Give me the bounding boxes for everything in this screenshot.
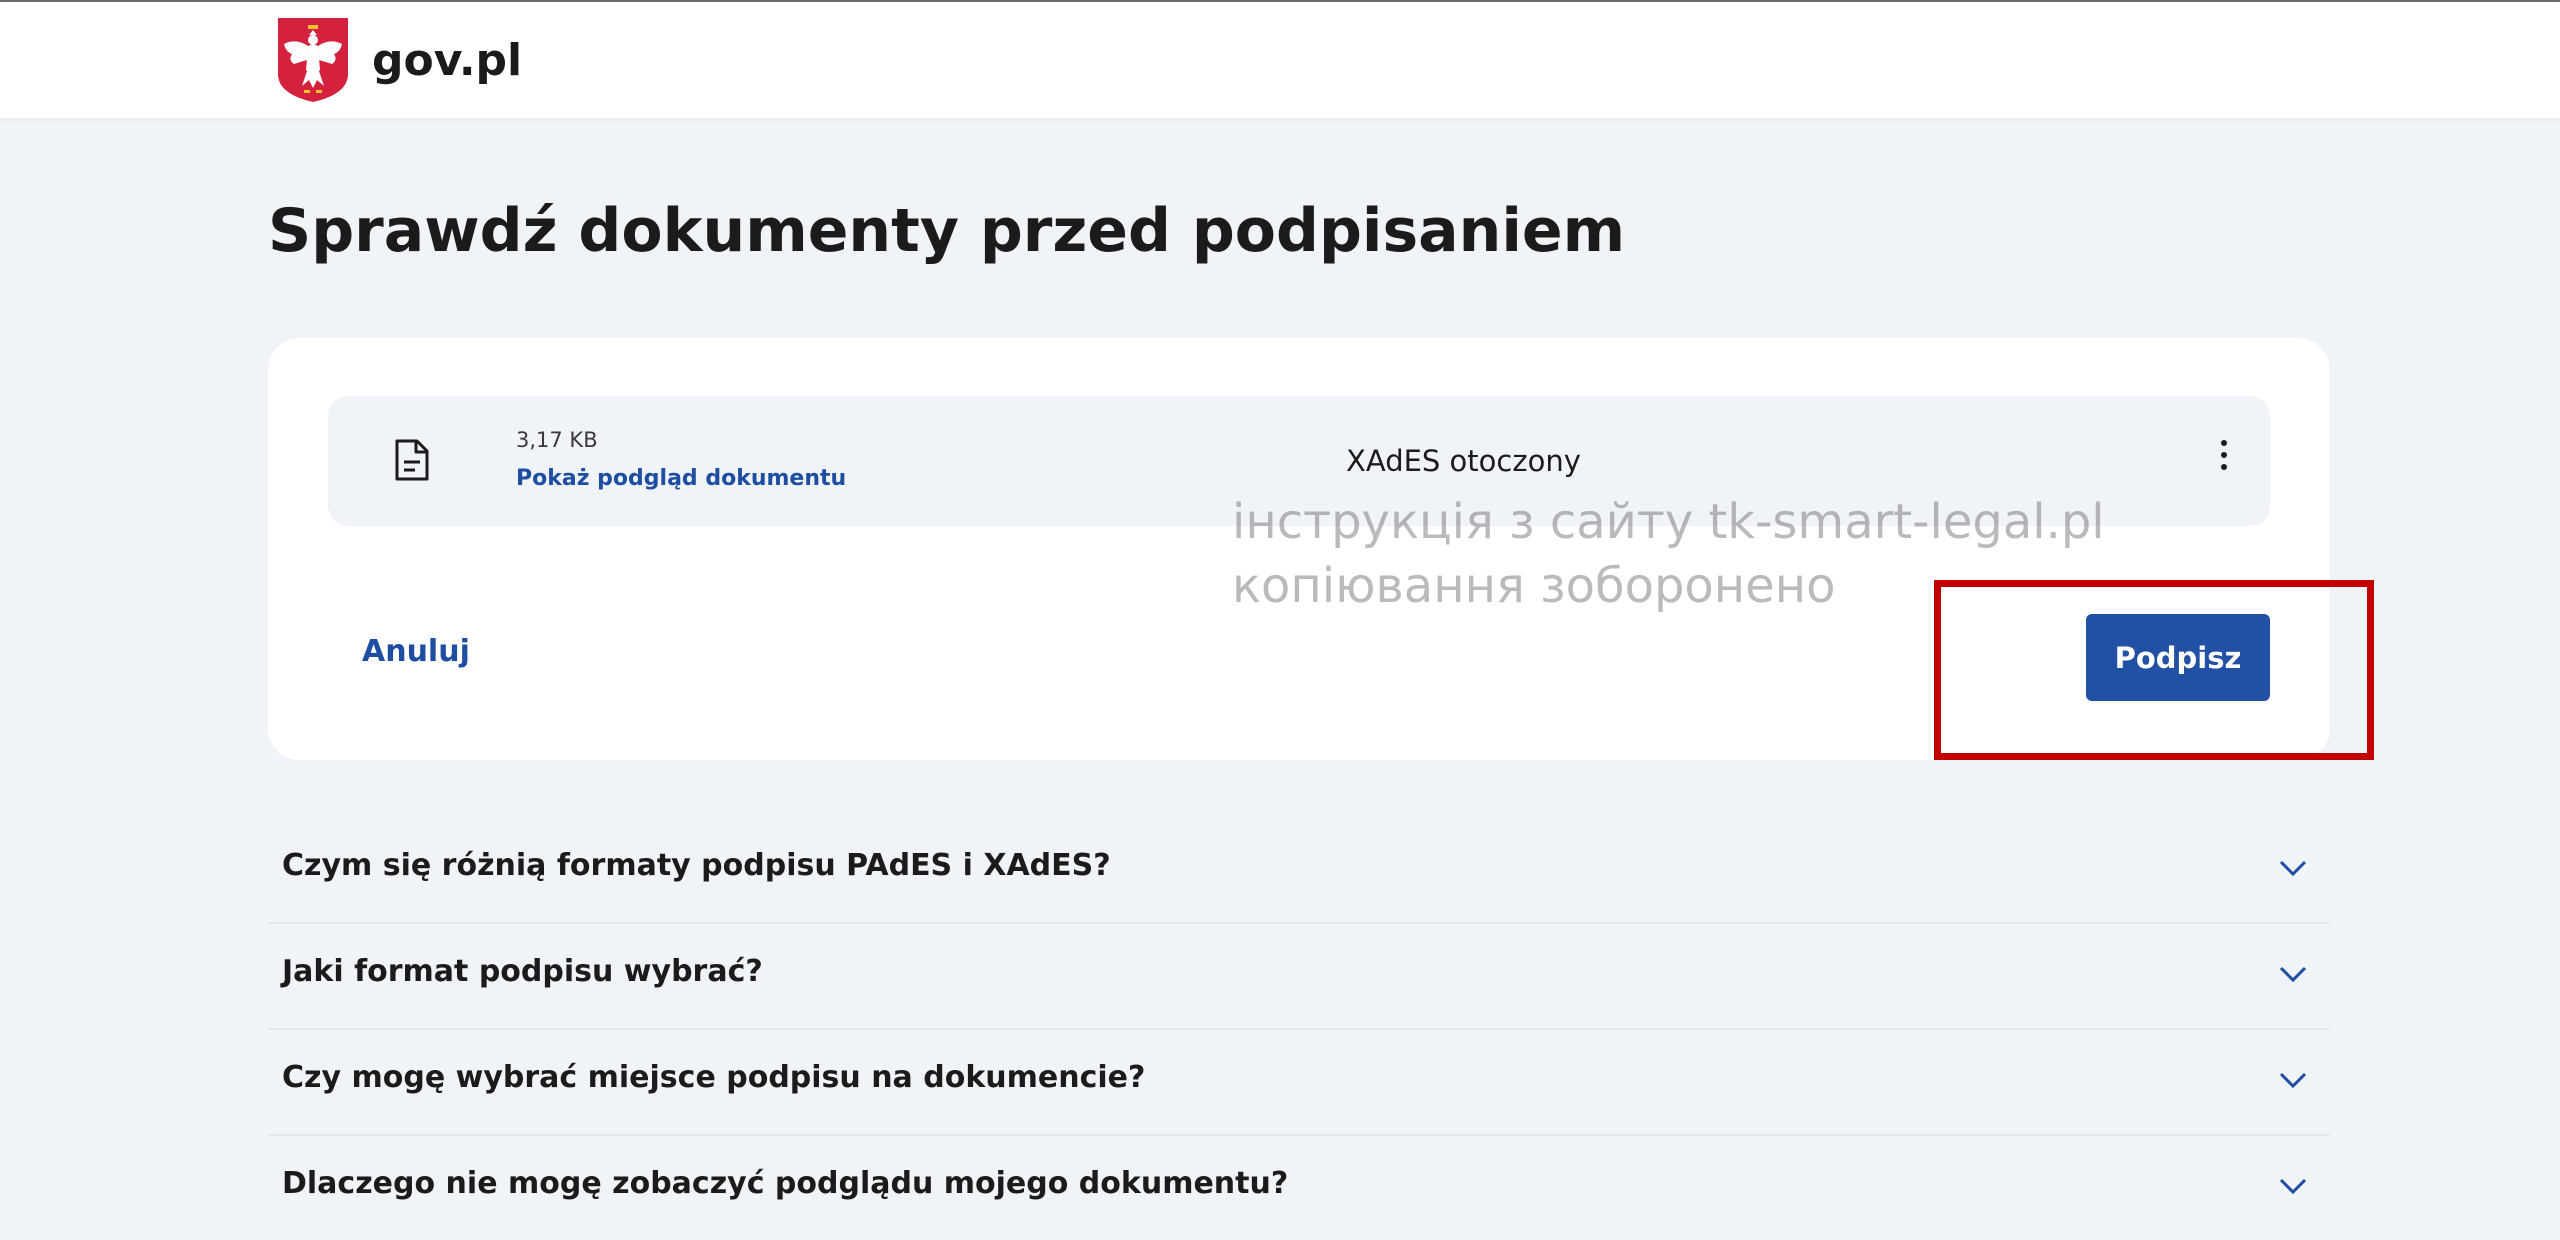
chevron-down-icon: [2279, 860, 2307, 877]
faq-item[interactable]: Czy mogę wybrać miejsce podpisu na dokum…: [268, 1030, 2330, 1136]
cancel-button[interactable]: Anuluj: [362, 634, 470, 669]
chevron-down-icon: [2279, 1178, 2307, 1195]
document-size: 3,17 KB: [516, 428, 598, 452]
gov-pl-logo-link[interactable]: gov.pl: [274, 16, 522, 104]
faq-item[interactable]: Jaki format podpisu wybrać?: [268, 924, 2330, 1030]
document-icon: [395, 439, 429, 481]
faq-question: Czy mogę wybrać miejsce podpisu na dokum…: [282, 1060, 1146, 1095]
faq-question: Jaki format podpisu wybrać?: [282, 954, 763, 989]
polish-eagle-emblem-icon: [278, 18, 348, 102]
chevron-down-icon: [2279, 966, 2307, 983]
faq-question: Dlaczego nie mogę zobaczyć podglądu moje…: [282, 1166, 1289, 1201]
faq-item[interactable]: Dlaczego nie mogę zobaczyć podglądu moje…: [268, 1136, 2330, 1240]
chevron-down-icon: [2279, 1072, 2307, 1089]
logo-text: gov.pl: [372, 34, 523, 86]
page-title: Sprawdź dokumenty przed podpisaniem: [268, 196, 1626, 266]
document-card: 3,17 KB Pokaż podgląd dokumentu XAdES ot…: [268, 338, 2330, 760]
faq-list: Czym się różnią formaty podpisu PAdES i …: [268, 818, 2330, 1240]
faq-question: Czym się różnią formaty podpisu PAdES i …: [282, 848, 1111, 883]
document-row: 3,17 KB Pokaż podgląd dokumentu XAdES ot…: [328, 396, 2270, 526]
more-vertical-icon[interactable]: [2212, 436, 2236, 480]
faq-item[interactable]: Czym się różnią formaty podpisu PAdES i …: [268, 818, 2330, 924]
sign-button[interactable]: Podpisz: [2086, 614, 2270, 701]
signature-format: XAdES otoczony: [1346, 444, 1581, 478]
show-preview-link[interactable]: Pokaż podgląd dokumentu: [516, 466, 846, 491]
site-header: gov.pl: [0, 2, 2560, 118]
